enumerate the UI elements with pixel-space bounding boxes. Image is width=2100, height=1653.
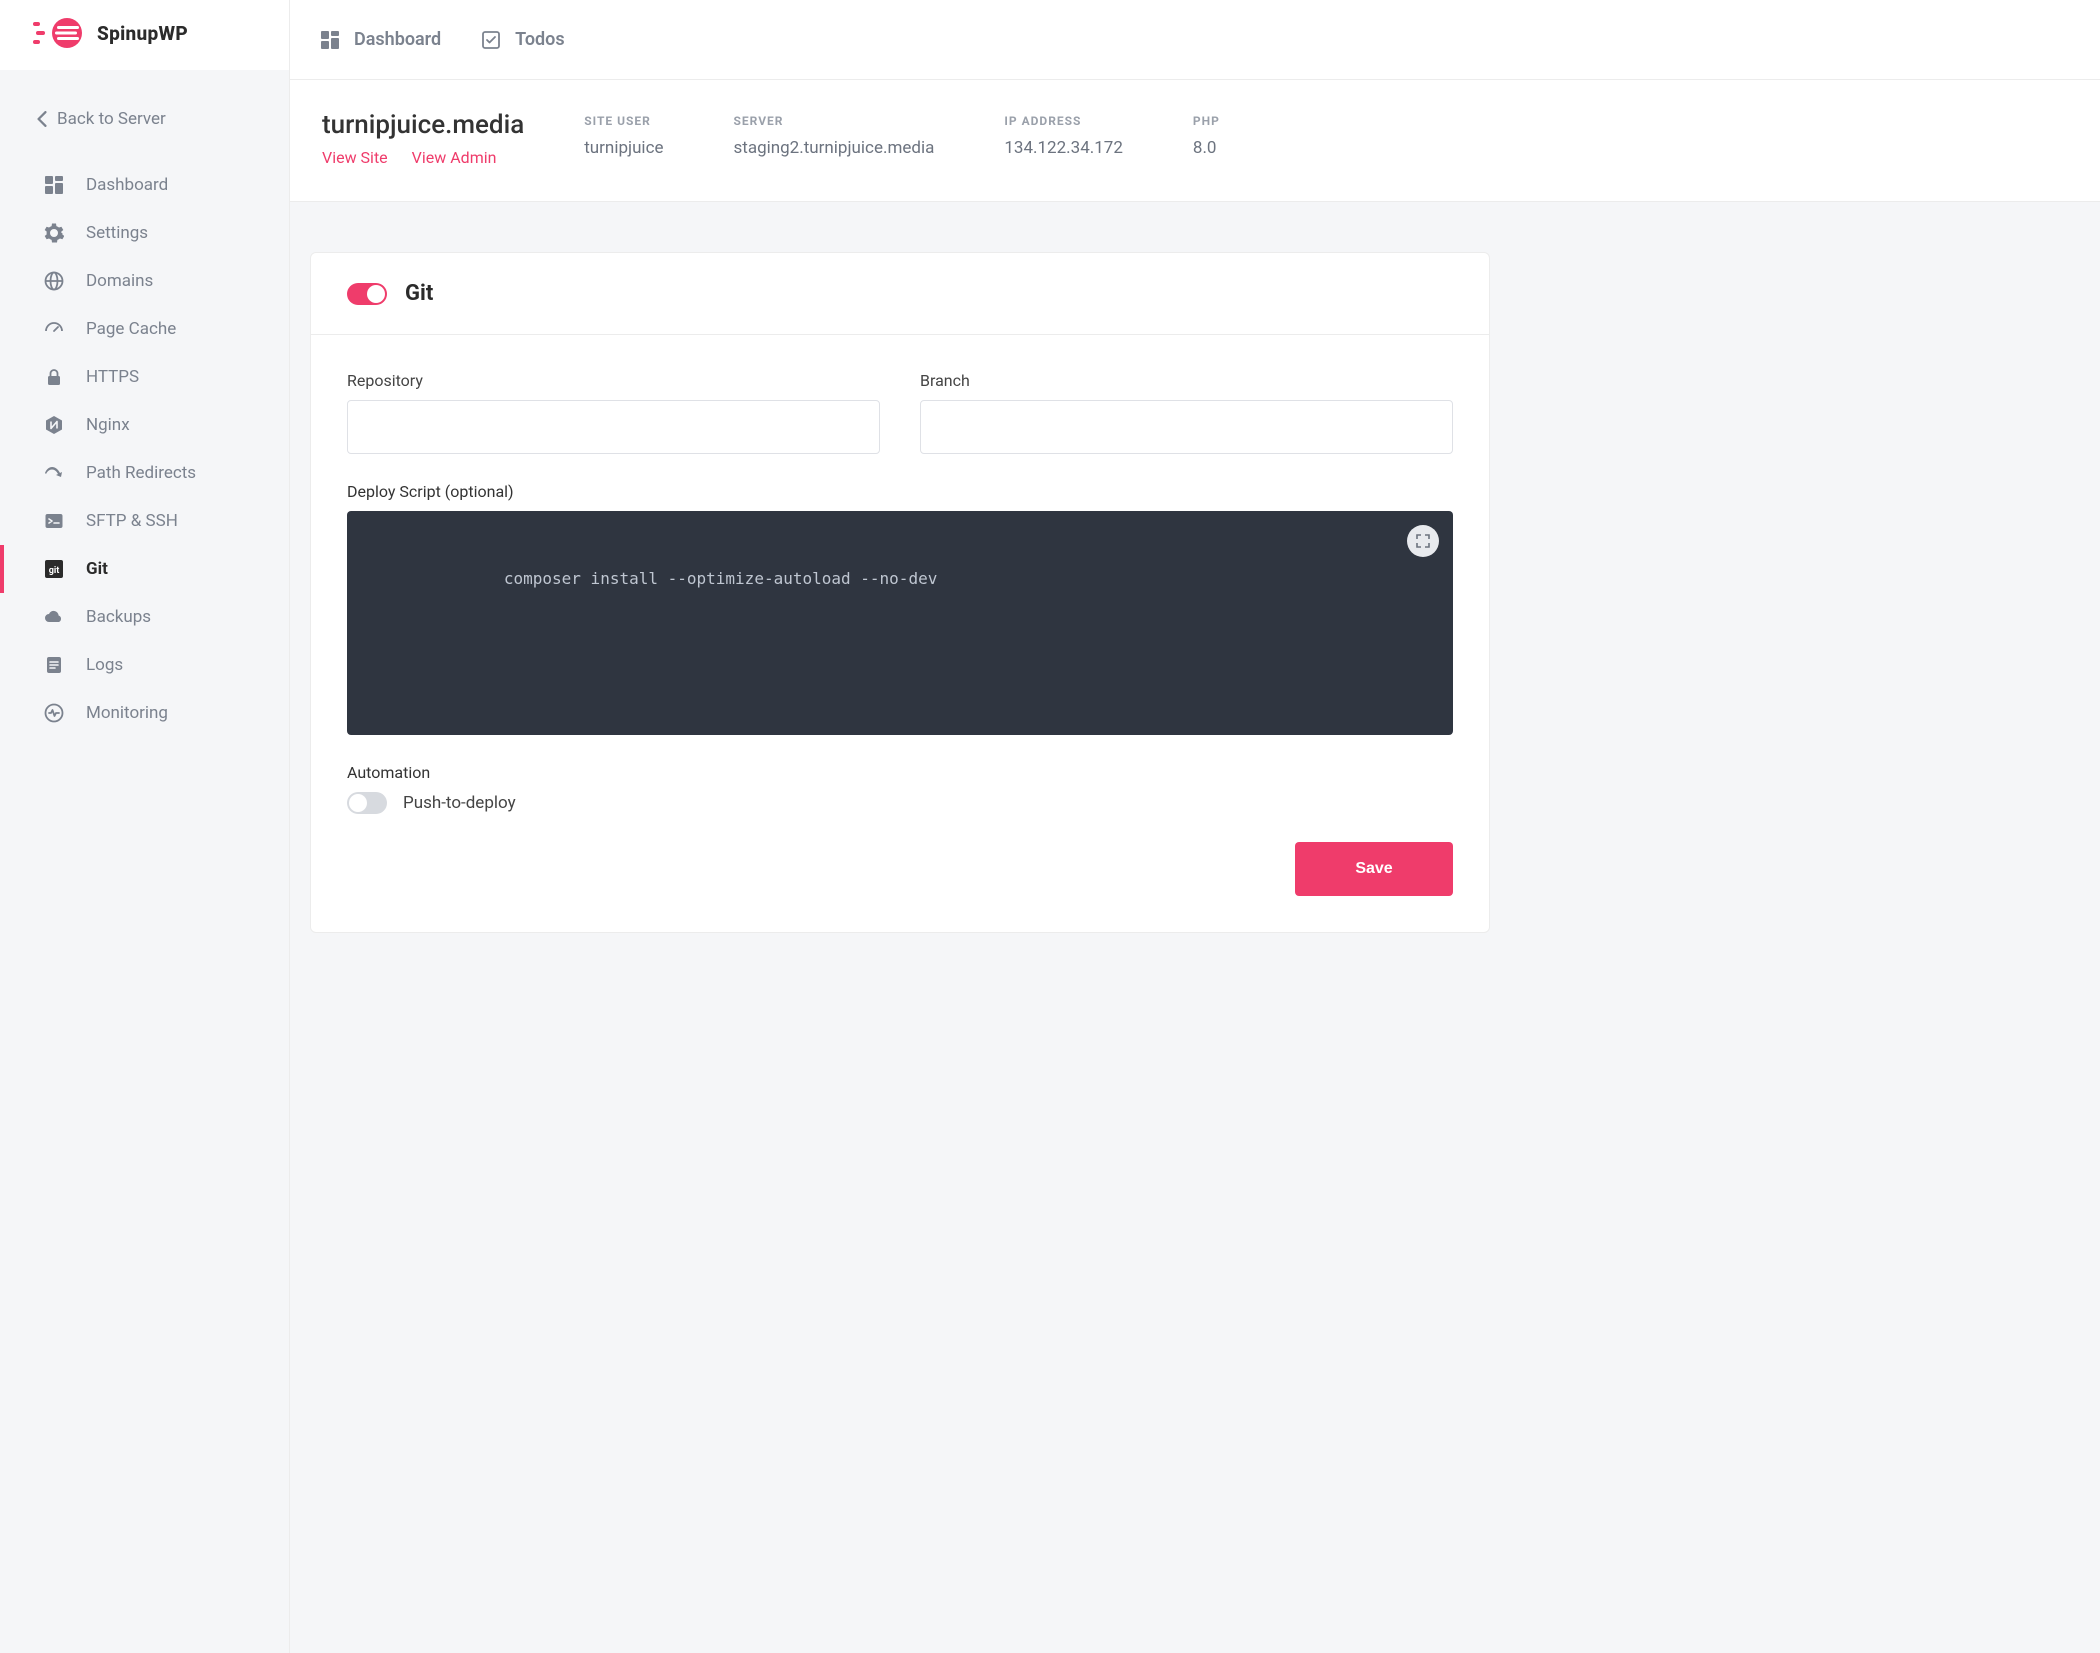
topnav-dashboard-label: Dashboard — [354, 29, 441, 50]
meta-php: PHP 8.0 — [1193, 114, 1220, 158]
site-domain: turnipjuice.media — [322, 110, 524, 140]
sidebar-item-label: Dashboard — [86, 175, 168, 195]
sidebar-item-label: Settings — [86, 223, 148, 243]
save-button[interactable]: Save — [1295, 842, 1453, 896]
logs-icon — [44, 655, 64, 675]
view-admin-link[interactable]: View Admin — [412, 148, 497, 167]
dashboard-icon — [44, 175, 64, 195]
meta-label: PHP — [1193, 114, 1220, 128]
push-to-deploy-toggle[interactable] — [347, 792, 387, 814]
topnav-todos-label: Todos — [515, 29, 564, 50]
sidebar-item-monitoring[interactable]: Monitoring — [0, 689, 289, 737]
automation-heading: Automation — [347, 763, 430, 782]
meta-value: 134.122.34.172 — [1004, 138, 1123, 158]
site-header: turnipjuice.media View Site View Admin S… — [290, 80, 2100, 202]
sidebar-item-label: Page Cache — [86, 319, 176, 339]
topnav-dashboard[interactable]: Dashboard — [320, 29, 441, 50]
meta-value: staging2.turnipjuice.media — [733, 138, 934, 158]
sidebar-item-label: Monitoring — [86, 703, 168, 723]
view-site-link[interactable]: View Site — [322, 148, 388, 167]
deploy-script-label: Deploy Script (optional) — [347, 482, 514, 501]
gauge-icon — [44, 319, 64, 339]
sidebar-item-backups[interactable]: Backups — [0, 593, 289, 641]
back-link-label: Back to Server — [57, 109, 166, 129]
checklist-icon — [481, 30, 501, 50]
repository-label: Repository — [347, 371, 880, 390]
meta-label: IP ADDRESS — [1004, 114, 1123, 128]
redirect-icon — [44, 463, 64, 483]
branch-label: Branch — [920, 371, 1453, 390]
meta-ip: IP ADDRESS 134.122.34.172 — [1004, 114, 1123, 158]
sidebar-item-dashboard[interactable]: Dashboard — [0, 161, 289, 209]
meta-label: SERVER — [733, 114, 934, 128]
branch-input[interactable] — [920, 400, 1453, 454]
sidebar-item-label: SFTP & SSH — [86, 511, 178, 531]
sidebar-item-logs[interactable]: Logs — [0, 641, 289, 689]
deploy-script-editor[interactable]: composer install --optimize-autoload --n… — [347, 511, 1453, 735]
meta-label: SITE USER — [584, 114, 663, 128]
sidebar-item-sftp-ssh[interactable]: SFTP & SSH — [0, 497, 289, 545]
sidebar-item-label: Git — [86, 559, 108, 579]
fullscreen-icon — [1416, 534, 1430, 548]
meta-value: turnipjuice — [584, 138, 663, 158]
expand-editor-button[interactable] — [1407, 525, 1439, 557]
terminal-icon — [44, 511, 64, 531]
meta-site-user: SITE USER turnipjuice — [584, 114, 663, 158]
sidebar-item-git[interactable]: git Git — [0, 545, 289, 593]
push-to-deploy-label: Push-to-deploy — [403, 793, 516, 813]
sidebar-item-label: Path Redirects — [86, 463, 196, 483]
dashboard-icon — [320, 30, 340, 50]
heartbeat-icon — [44, 703, 64, 723]
repository-input[interactable] — [347, 400, 880, 454]
sidebar-item-page-cache[interactable]: Page Cache — [0, 305, 289, 353]
sidebar-item-label: Backups — [86, 607, 151, 627]
sidebar-item-label: Nginx — [86, 415, 130, 435]
sidebar-nav: Dashboard Settings Domains — [0, 161, 289, 737]
lock-icon — [44, 367, 64, 387]
sidebar-item-label: Logs — [86, 655, 123, 675]
sidebar-item-label: HTTPS — [86, 367, 139, 387]
sidebar-item-label: Domains — [86, 271, 153, 291]
git-enable-toggle[interactable] — [347, 283, 387, 305]
gear-icon — [44, 223, 64, 243]
git-icon: git — [44, 559, 64, 579]
svg-text:git: git — [49, 566, 60, 576]
topbar: Dashboard Todos — [290, 0, 2100, 80]
brand-logo[interactable]: SpinupWP — [0, 0, 289, 70]
globe-icon — [44, 271, 64, 291]
sidebar-item-path-redirects[interactable]: Path Redirects — [0, 449, 289, 497]
spinupwp-logo-icon — [33, 18, 85, 48]
git-card-title: Git — [405, 281, 433, 306]
nginx-icon — [44, 415, 64, 435]
brand-name: SpinupWP — [97, 22, 188, 45]
git-card: Git Repository Branch Depl — [310, 252, 1490, 933]
topnav-todos[interactable]: Todos — [481, 29, 564, 50]
cloud-icon — [44, 607, 64, 627]
back-to-server-link[interactable]: Back to Server — [0, 105, 289, 161]
sidebar-item-settings[interactable]: Settings — [0, 209, 289, 257]
sidebar-item-https[interactable]: HTTPS — [0, 353, 289, 401]
sidebar-item-nginx[interactable]: Nginx — [0, 401, 289, 449]
meta-server: SERVER staging2.turnipjuice.media — [733, 114, 934, 158]
meta-value: 8.0 — [1193, 138, 1220, 158]
deploy-script-content: composer install --optimize-autoload --n… — [504, 569, 937, 588]
sidebar-item-domains[interactable]: Domains — [0, 257, 289, 305]
chevron-left-icon — [37, 111, 47, 127]
